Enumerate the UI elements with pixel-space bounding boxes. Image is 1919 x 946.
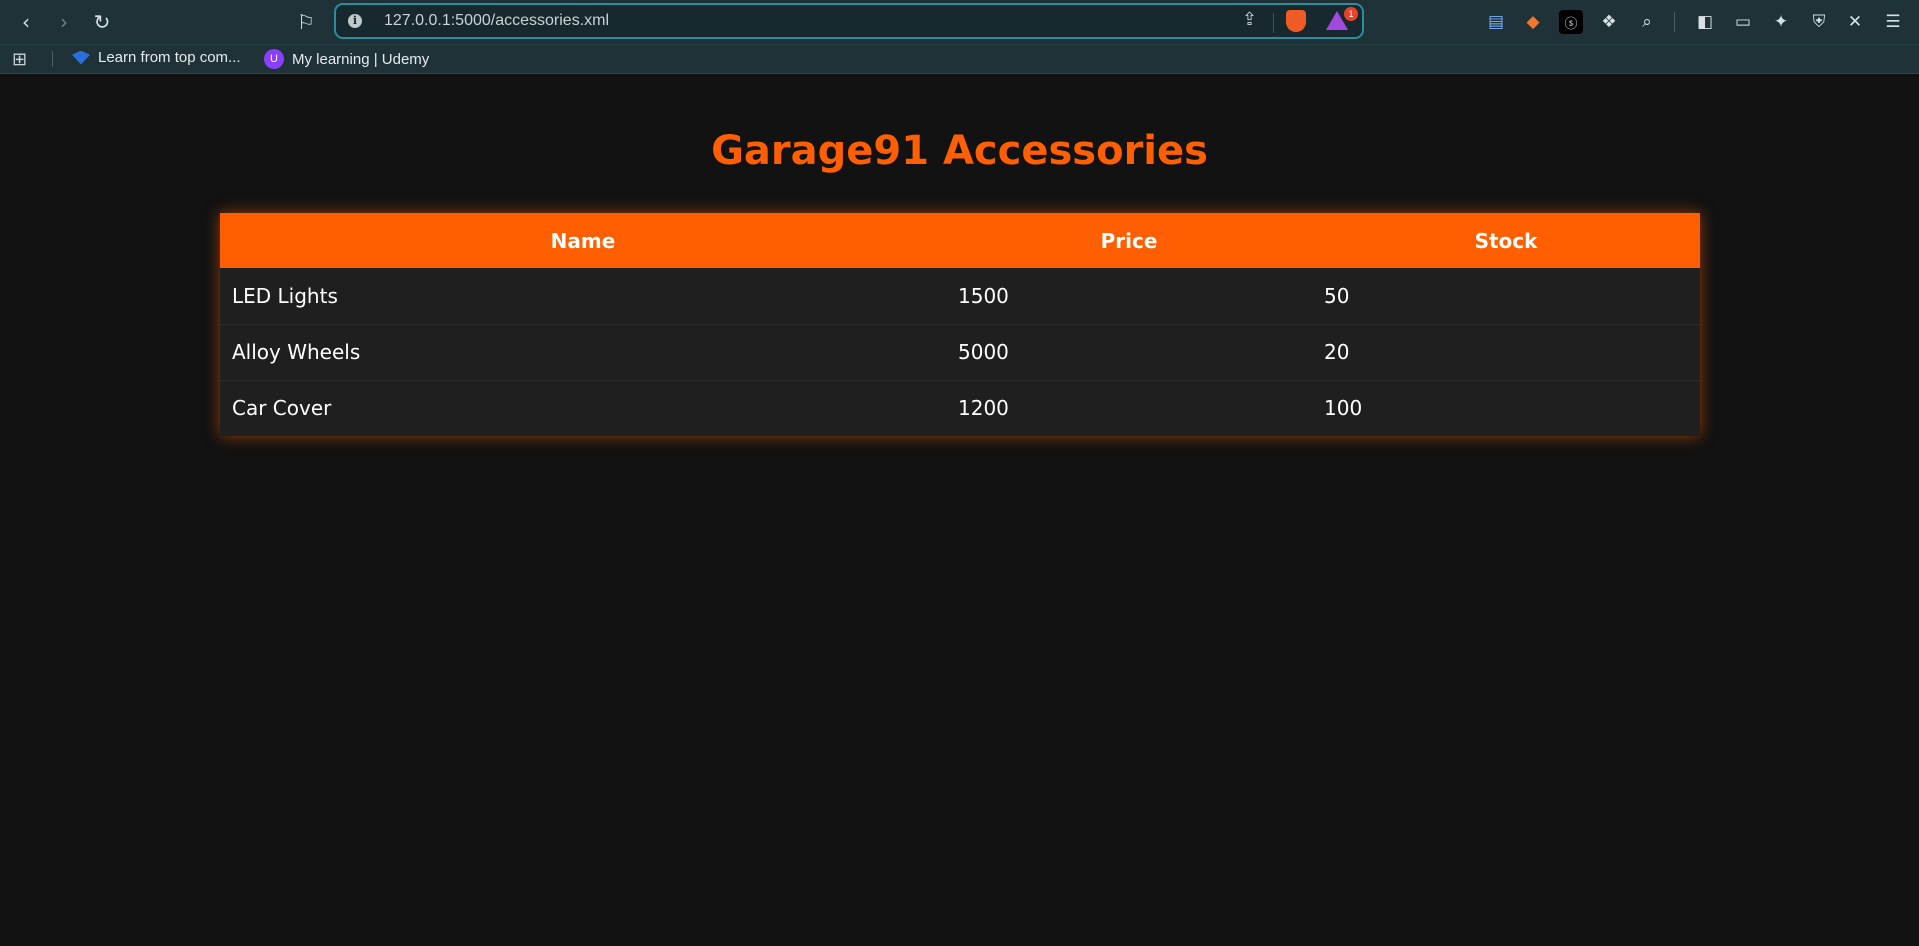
wallet-icon[interactable]: ▭ xyxy=(1731,10,1755,34)
cell-name: Car Cover xyxy=(232,396,332,421)
table-row: LED Lights 1500 50 xyxy=(220,268,1700,324)
menu-icon[interactable]: ☰ xyxy=(1881,10,1905,34)
accessories-table-container: Name Price Stock LED Lights 1500 50 Allo… xyxy=(220,213,1700,436)
rewards-badge: 1 xyxy=(1344,7,1358,21)
bookmark-item-learn[interactable]: Learn from top com... xyxy=(72,49,241,66)
url-divider xyxy=(1273,13,1274,33)
bookmarks-divider xyxy=(52,51,53,67)
address-bar[interactable]: i 127.0.0.1:5000/accessories.xml ⇪ 1 xyxy=(334,3,1364,39)
apps-grid-icon[interactable]: ⊞ xyxy=(12,49,27,70)
bookmark-item-udemy[interactable]: U My learning | Udemy xyxy=(264,49,429,69)
brave-shields-icon[interactable] xyxy=(1286,10,1306,32)
bookmark-label: My learning | Udemy xyxy=(292,50,430,68)
column-header-price: Price xyxy=(1100,228,1158,253)
metamask-fox-icon[interactable]: ◆ xyxy=(1521,10,1545,34)
table-row: Alloy Wheels 5000 20 xyxy=(220,324,1700,380)
share-icon[interactable]: ⇪ xyxy=(1242,9,1257,30)
vpn-shield-icon[interactable]: ⛨ xyxy=(1807,10,1831,34)
diamond-favicon-icon xyxy=(72,50,90,65)
forward-icon[interactable]: › xyxy=(50,8,78,36)
table-row: Car Cover 1200 100 xyxy=(220,380,1700,436)
page-content: Garage91 Accessories Name Price Stock LE… xyxy=(0,74,1919,946)
reload-icon[interactable]: ↻ xyxy=(88,8,116,36)
cell-stock: 100 xyxy=(1324,396,1363,421)
bookmark-icon[interactable]: ⚐ xyxy=(292,8,320,36)
bookmarks-bar: ⊞ Learn from top com... U My learning | … xyxy=(0,44,1919,74)
udemy-favicon-icon: U xyxy=(264,49,284,69)
extension-docs-icon[interactable]: ▤ xyxy=(1484,10,1508,34)
browser-toolbar: ‹ › ↻ ⚐ i 127.0.0.1:5000/accessories.xml… xyxy=(0,0,1919,44)
cell-name: Alloy Wheels xyxy=(232,340,361,364)
sidebar-icon[interactable]: ◧ xyxy=(1693,10,1717,34)
site-info-icon[interactable]: i xyxy=(348,14,362,28)
puzzle-extensions-icon[interactable]: ❖ xyxy=(1597,10,1621,34)
cell-price: 5000 xyxy=(958,340,1009,364)
url-text[interactable]: 127.0.0.1:5000/accessories.xml xyxy=(384,12,609,30)
tab-search-icon[interactable]: ⌕ xyxy=(1635,10,1659,34)
page-title: Garage91 Accessories xyxy=(711,128,1208,174)
cell-stock: 50 xyxy=(1324,283,1350,308)
cell-price: 1200 xyxy=(958,396,1009,421)
column-header-name: Name xyxy=(550,228,616,253)
table-header-row: Name Price Stock xyxy=(220,213,1700,268)
accessories-table: Name Price Stock LED Lights 1500 50 Allo… xyxy=(220,213,1700,436)
column-header-stock: Stock xyxy=(1474,228,1538,253)
tools-icon[interactable]: ✕ xyxy=(1843,10,1867,34)
toolbar-divider xyxy=(1674,12,1675,32)
cell-name: LED Lights xyxy=(232,283,338,308)
cell-stock: 20 xyxy=(1324,340,1350,364)
extension-s-icon[interactable]: ⓢ xyxy=(1559,10,1583,34)
cell-price: 1500 xyxy=(958,283,1009,308)
back-icon[interactable]: ‹ xyxy=(12,8,40,36)
leo-ai-icon[interactable]: ✦ xyxy=(1769,10,1793,34)
bookmark-label: Learn from top com... xyxy=(98,49,241,66)
